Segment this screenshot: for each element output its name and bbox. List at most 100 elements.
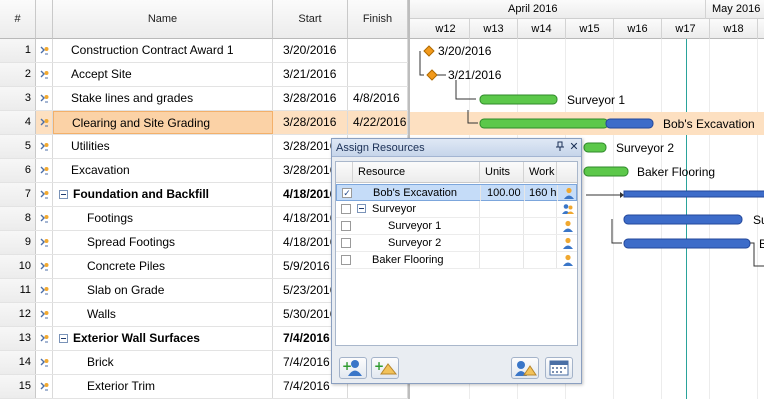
resource-table-header: Resource Units Work <box>336 162 577 183</box>
resource-units[interactable] <box>480 235 524 251</box>
task-start[interactable]: 3/28/2016 <box>273 111 348 134</box>
task-bar <box>583 166 629 177</box>
task-bar <box>623 238 751 249</box>
task-start[interactable]: 3/20/2016 <box>273 39 348 62</box>
collapse-icon[interactable] <box>59 190 68 199</box>
resource-pool-button[interactable] <box>511 357 539 379</box>
row-number[interactable]: 10 <box>0 255 36 278</box>
bar-resource-label: Baker Flooring <box>637 165 715 179</box>
row-number[interactable]: 7 <box>0 183 36 206</box>
indicator-cell <box>36 39 53 62</box>
resource-work[interactable]: 160 h <box>525 185 558 201</box>
task-indicator-icon <box>40 382 49 391</box>
task-finish[interactable]: 4/8/2016 <box>348 87 408 110</box>
task-name-cell[interactable]: Spread Footings <box>53 231 273 254</box>
task-row[interactable]: 2 Accept Site 3/21/2016 <box>0 63 408 87</box>
row-number[interactable]: 2 <box>0 63 36 86</box>
indicator-cell <box>36 303 53 326</box>
task-row[interactable]: 4 Clearing and Site Grading 3/28/2016 4/22/… <box>0 111 408 135</box>
resource-units[interactable] <box>480 252 524 268</box>
task-name-cell[interactable]: Slab on Grade <box>53 279 273 302</box>
resource-work[interactable] <box>524 201 557 217</box>
row-number[interactable]: 4 <box>0 111 36 134</box>
resource-row[interactable]: Surveyor 2 <box>336 235 577 252</box>
resource-name: Baker Flooring <box>372 252 480 268</box>
task-finish[interactable]: 4/22/2016 <box>348 111 408 134</box>
resource-units[interactable] <box>480 218 524 234</box>
resource-checkbox[interactable] <box>341 238 351 248</box>
resource-checkbox[interactable] <box>341 221 351 231</box>
row-number[interactable]: 12 <box>0 303 36 326</box>
column-header-start[interactable]: Start <box>273 0 348 39</box>
resource-row[interactable]: ✓ Bob's Excavation 100.00 160 h <box>336 184 577 201</box>
task-row[interactable]: 1 Construction Contract Award 1 3/20/2016 <box>0 39 408 63</box>
task-indicator-icon <box>40 70 49 79</box>
resource-checkbox[interactable] <box>341 255 351 265</box>
task-name-cell[interactable]: Footings <box>53 207 273 230</box>
row-number[interactable]: 5 <box>0 135 36 158</box>
row-number[interactable]: 6 <box>0 159 36 182</box>
task-name-cell[interactable]: Brick <box>53 351 273 374</box>
calendar-button[interactable] <box>545 357 573 379</box>
task-start[interactable]: 3/21/2016 <box>273 63 348 86</box>
task-name-cell[interactable]: Stake lines and grades <box>53 87 273 110</box>
collapse-icon[interactable] <box>59 334 68 343</box>
resource-work[interactable] <box>524 252 557 268</box>
task-name-cell[interactable]: Exterior Wall Surfaces <box>53 327 273 350</box>
row-number[interactable]: 1 <box>0 39 36 62</box>
task-bar <box>479 94 558 105</box>
row-number[interactable]: 13 <box>0 327 36 350</box>
row-number[interactable]: 8 <box>0 207 36 230</box>
task-name: Concrete Piles <box>87 259 166 273</box>
task-indicator-icon <box>40 166 49 175</box>
header-resource[interactable]: Resource <box>353 162 480 183</box>
add-group-button[interactable]: + <box>371 357 399 379</box>
row-number[interactable]: 9 <box>0 231 36 254</box>
bar-resource-label: Surveyor 2 <box>616 141 674 155</box>
resource-checkbox[interactable] <box>341 204 351 214</box>
task-name-cell[interactable]: Walls <box>53 303 273 326</box>
column-header-finish[interactable]: Finish <box>348 0 408 39</box>
close-icon[interactable]: ✕ <box>568 141 580 154</box>
task-name-cell[interactable]: Excavation <box>53 159 273 182</box>
column-header-num[interactable]: # <box>0 0 36 39</box>
row-number[interactable]: 11 <box>0 279 36 302</box>
bar-resource-label: Surveyor 1 <box>567 93 625 107</box>
resource-work[interactable] <box>524 218 557 234</box>
dialog-title-bar[interactable]: Assign Resources ✕ <box>332 139 581 157</box>
resource-row[interactable]: Surveyor 1 <box>336 218 577 235</box>
pin-icon[interactable] <box>554 141 566 154</box>
header-units[interactable]: Units <box>480 162 524 183</box>
resource-units[interactable] <box>480 201 524 217</box>
task-finish[interactable] <box>348 39 408 62</box>
column-header-name[interactable]: Name <box>53 0 273 39</box>
row-number[interactable]: 14 <box>0 351 36 374</box>
dependency-link <box>611 219 622 244</box>
row-number[interactable]: 15 <box>0 375 36 398</box>
column-header-indicators[interactable] <box>36 0 53 39</box>
task-finish[interactable] <box>348 63 408 86</box>
indicator-cell <box>36 327 53 350</box>
resource-row[interactable]: Surveyor <box>336 201 577 218</box>
resource-checkbox[interactable]: ✓ <box>342 188 352 198</box>
resource-row[interactable]: Baker Flooring <box>336 252 577 269</box>
task-name-cell[interactable]: Accept Site <box>53 63 273 86</box>
task-start[interactable]: 3/28/2016 <box>273 87 348 110</box>
dependency-arrow <box>620 192 624 198</box>
collapse-icon[interactable] <box>357 204 366 213</box>
task-name-cell[interactable]: Clearing and Site Grading <box>53 111 273 134</box>
header-work[interactable]: Work <box>524 162 557 183</box>
resource-units[interactable]: 100.00 <box>481 185 525 201</box>
row-number[interactable]: 3 <box>0 87 36 110</box>
task-name-cell[interactable]: Construction Contract Award 1 <box>53 39 273 62</box>
task-name-cell[interactable]: Utilities <box>53 135 273 158</box>
task-name-cell[interactable]: Foundation and Backfill <box>53 183 273 206</box>
task-row[interactable]: 3 Stake lines and grades 3/28/2016 4/8/2016 <box>0 87 408 111</box>
dependency-link <box>455 80 476 100</box>
task-name: Excavation <box>71 163 130 177</box>
add-resource-button[interactable]: + <box>339 357 367 379</box>
task-name-cell[interactable]: Concrete Piles <box>53 255 273 278</box>
resource-work[interactable] <box>524 235 557 251</box>
task-name-cell[interactable]: Exterior Trim <box>53 375 273 398</box>
task-name: Foundation and Backfill <box>73 187 210 201</box>
